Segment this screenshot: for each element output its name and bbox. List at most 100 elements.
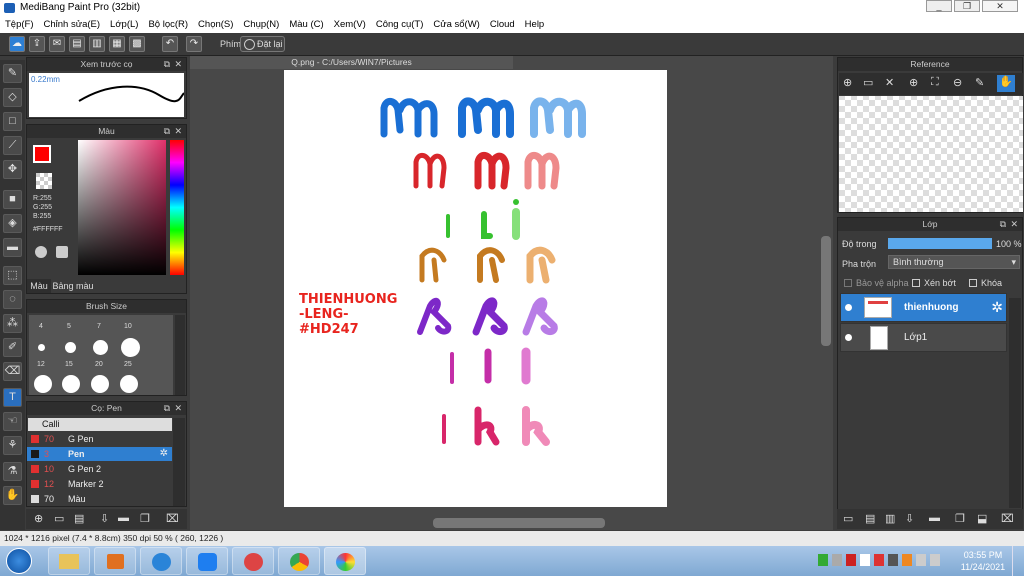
size-25[interactable]: 25 <box>124 361 132 368</box>
hand-icon[interactable]: ✋ <box>997 75 1015 92</box>
close-icon[interactable]: ✕ <box>174 402 182 415</box>
lock-checkbox[interactable] <box>969 279 977 287</box>
copy-icon[interactable]: ❐ <box>140 512 150 525</box>
layers-scrollbar[interactable] <box>1009 298 1021 508</box>
undock-icon[interactable]: ⧉ <box>164 402 170 415</box>
brush-item-g-pen-2[interactable]: 10 G Pen 2 <box>27 462 172 476</box>
menu-window[interactable]: Cửa sổ(W) <box>433 19 479 30</box>
menu-color[interactable]: Màu (C) <box>289 19 323 30</box>
canvas-area[interactable]: THIENHUONG -LENG- #HD247 <box>190 56 833 530</box>
menu-tools[interactable]: Công cụ(T) <box>376 19 424 30</box>
opacity-slider[interactable] <box>888 238 992 249</box>
brush-item-pen[interactable]: 3 Pen ✲ <box>27 447 172 461</box>
color-picker-icon[interactable] <box>56 246 68 258</box>
brush-item-marker-2[interactable]: 12 Marker 2 <box>27 477 172 491</box>
grid-icon[interactable]: ▩ <box>129 36 145 52</box>
select-eraser-icon[interactable]: ⌫ <box>3 362 22 381</box>
brush-group-calli[interactable]: Calli <box>28 418 172 431</box>
menu-view[interactable]: Xem(V) <box>334 19 366 30</box>
brush-item-g-pen[interactable]: 70 G Pen <box>27 432 172 446</box>
gear-icon[interactable]: ✲ <box>160 447 168 461</box>
taskbar-medibang-icon[interactable] <box>324 547 366 575</box>
visibility-icon[interactable] <box>845 334 852 341</box>
menu-layer[interactable]: Lớp(L) <box>110 19 138 30</box>
blend-dropdown[interactable]: Bình thường ▾ <box>888 255 1020 269</box>
size-20[interactable]: 20 <box>95 361 103 368</box>
comment-icon[interactable]: ▤ <box>69 36 85 52</box>
visibility-icon[interactable] <box>845 304 852 311</box>
primary-color-swatch[interactable] <box>33 145 51 163</box>
folder-icon[interactable]: ▭ <box>863 76 873 89</box>
operation-tool-icon[interactable]: ☜ <box>3 412 22 431</box>
document-tab[interactable]: Q.png - C:/Users/WIN7/Pictures <box>190 56 513 69</box>
layer-thienhuong[interactable]: thienhuong ✲ <box>840 293 1007 322</box>
maximize-button[interactable]: ❐ <box>954 0 980 12</box>
gradient-tool-icon[interactable]: ▬ <box>3 238 22 257</box>
brush-list-scrollbar[interactable] <box>173 418 185 506</box>
add-reference-icon[interactable]: ⊕ <box>843 76 852 89</box>
taskbar-snipping-icon[interactable] <box>232 547 274 575</box>
trash-icon[interactable]: ⌧ <box>1001 512 1014 525</box>
undo-icon[interactable]: ↶ <box>162 36 178 52</box>
taskbar-chrome-icon[interactable] <box>278 547 320 575</box>
size-5[interactable]: 5 <box>67 323 71 330</box>
brush-item-mau[interactable]: 70 Màu <box>27 492 172 506</box>
reset-button[interactable]: Đặt lại <box>240 36 285 52</box>
select-tool-icon[interactable]: ⬚ <box>3 266 22 285</box>
brush-tool-icon[interactable]: ✎ <box>3 64 22 83</box>
size-15[interactable]: 15 <box>65 361 73 368</box>
menu-file[interactable]: Tệp(F) <box>5 19 34 30</box>
divide-tool-icon[interactable]: ⚘ <box>3 436 22 455</box>
size-12[interactable]: 12 <box>37 361 45 368</box>
close-icon[interactable]: ✕ <box>174 58 182 71</box>
magic-wand-icon[interactable]: ⁂ <box>3 314 22 333</box>
menu-help[interactable]: Help <box>525 19 545 30</box>
lasso-tool-icon[interactable]: ◌ <box>3 290 22 309</box>
size-4[interactable]: 4 <box>39 323 43 330</box>
menu-snap[interactable]: Chụp(N) <box>243 19 279 30</box>
close-icon[interactable]: ✕ <box>885 76 894 89</box>
folder-icon[interactable]: ▬ <box>929 512 940 524</box>
undock-icon[interactable]: ⧉ <box>164 125 170 138</box>
upload-icon[interactable]: ⇪ <box>29 36 45 52</box>
show-desktop-button[interactable] <box>1012 546 1024 576</box>
add-brush-icon[interactable]: ⊕ <box>34 512 43 525</box>
vertical-scrollbar[interactable] <box>821 236 831 346</box>
reference-canvas[interactable] <box>839 96 1023 212</box>
saturation-picker[interactable] <box>78 140 166 275</box>
zoom-in-icon[interactable]: ⊕ <box>909 76 918 89</box>
clock[interactable]: 03:55 PM 11/24/2021 <box>960 549 1006 573</box>
start-button[interactable] <box>6 548 32 574</box>
size-10[interactable]: 10 <box>124 323 132 330</box>
new-folder-layer-icon[interactable]: ▥ <box>885 512 895 525</box>
move-tool-icon[interactable]: ✥ <box>3 160 22 179</box>
layer-menu-icon[interactable]: ⇩ <box>905 512 914 525</box>
duplicate-icon[interactable]: ❐ <box>955 512 965 525</box>
document-icon[interactable]: ▥ <box>89 36 105 52</box>
close-icon[interactable]: ✕ <box>1010 218 1018 231</box>
new-icon[interactable]: ▭ <box>54 512 64 525</box>
eyedropper-icon[interactable]: ✎ <box>975 76 984 89</box>
gear-icon[interactable]: ✲ <box>991 299 1003 316</box>
chat-icon[interactable]: ✉ <box>49 36 65 52</box>
trash-icon[interactable]: ⌧ <box>166 512 179 525</box>
taskbar-explorer-icon[interactable] <box>48 547 90 575</box>
close-icon[interactable]: ✕ <box>174 125 182 138</box>
taskbar-zalo-icon[interactable] <box>186 547 228 575</box>
taskbar-ie-icon[interactable] <box>140 547 182 575</box>
layer-lop1[interactable]: Lớp1 <box>840 323 1007 352</box>
transparent-color-swatch[interactable] <box>36 173 52 189</box>
select-pen-icon[interactable]: ✐ <box>3 338 22 357</box>
tab-color[interactable]: Màu <box>27 279 51 293</box>
hand-tool-icon[interactable]: ✋ <box>3 486 22 505</box>
size-7[interactable]: 7 <box>97 323 101 330</box>
eyedropper-icon[interactable]: ⚗ <box>3 462 22 481</box>
menu-cloud[interactable]: Cloud <box>490 19 515 30</box>
panel-icon[interactable]: ▦ <box>109 36 125 52</box>
line-tool-icon[interactable]: ⟋ <box>3 136 22 155</box>
undock-icon[interactable]: ⧉ <box>164 58 170 71</box>
text-tool-icon[interactable]: T <box>3 388 22 407</box>
bucket-tool-icon[interactable]: ◈ <box>3 214 22 233</box>
minimize-button[interactable]: _ <box>926 0 952 12</box>
menu-select[interactable]: Chọn(S) <box>198 19 233 30</box>
